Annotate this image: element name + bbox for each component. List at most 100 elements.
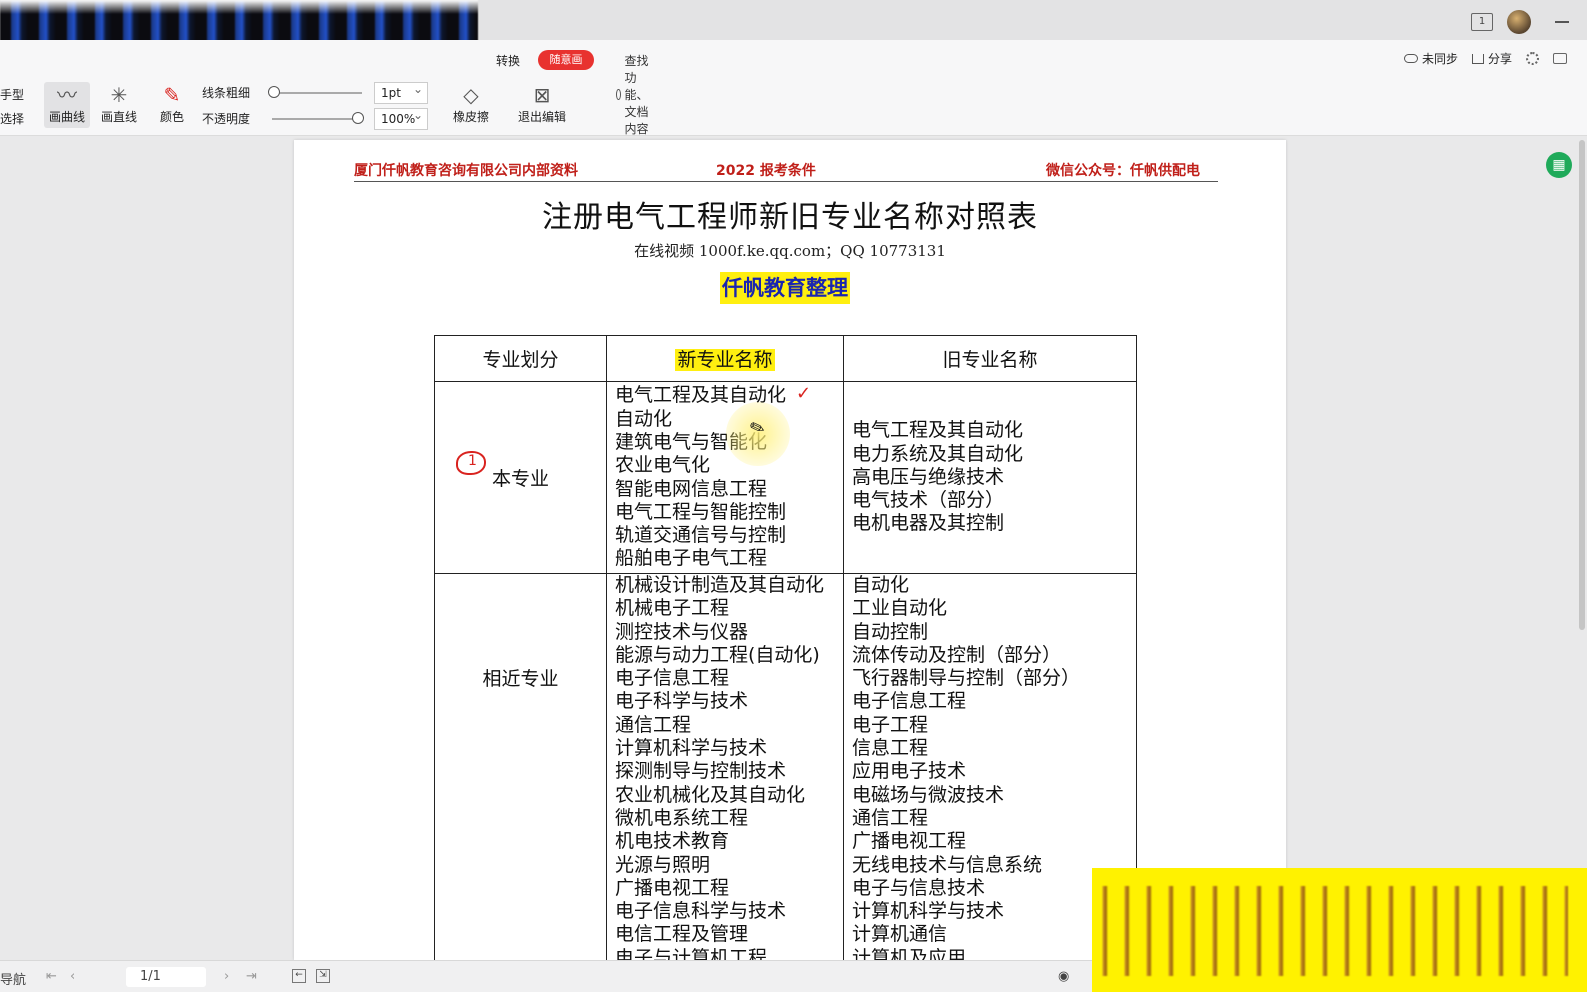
last-page-icon[interactable]: ⇥ [246,969,257,984]
old-names-cell: 电气工程及其自动化 电力系统及其自动化 高电压与绝缘技术 电气技术（部分） 电机电器及其… [843,381,1137,574]
list-item: 工业自动化 [852,597,948,620]
list-item: 广播电视工程 [852,830,967,853]
new-name-highlight: 新专业名称 [675,349,775,371]
list-item: 电气技术（部分） [852,489,1005,512]
list-item: 智能电网信息工程 [615,477,768,500]
document-header: 厦门仟帆教育咨询有限公司内部资料 2022 报考条件 微信公众号：仟帆供配电 [354,160,1218,182]
select-tool-label[interactable]: 选择 [0,110,24,127]
exit-edit-label: 退出编辑 [517,110,566,124]
pen-color-icon: ✎ [163,83,181,107]
col-header-new: 新专业名称 [606,335,844,382]
list-item: 广播电视工程 [615,876,730,899]
share-button[interactable]: 分享 [1471,50,1512,67]
search-box[interactable]: 查找功能、文档内容 [616,52,655,137]
opacity-label: 不透明度 [202,112,251,126]
fit-page-icon[interactable]: ← [292,969,306,983]
list-item: 光源与照明 [615,853,711,876]
opacity-slider-knob[interactable] [352,112,364,124]
table-header-row: 专业划分 新专业名称 旧专业名称 [434,335,1137,382]
app-grid-icon[interactable]: ▦ [1546,152,1572,178]
category-cell: 相近专业 [434,572,607,960]
blurred-logo-bars [1098,886,1568,976]
tab-free-draw[interactable]: 随意画 [538,50,594,70]
vertical-scrollbar[interactable] [1579,140,1585,630]
thickness-slider[interactable] [272,92,362,94]
draw-line-label: 画直线 [100,110,137,124]
list-item: 应用电子技术 [852,760,967,783]
first-page-icon[interactable]: ⇤ [46,969,57,984]
draw-curve-label: 画曲线 [48,110,85,124]
layout-icon[interactable]: 1 [1471,13,1493,31]
line-icon: ✳ [110,83,128,107]
blurred-watermark-overlay [1092,868,1587,992]
exit-edit-button[interactable]: ⊠ 退出编辑 [514,82,570,125]
minimize-icon[interactable] [1555,21,1569,23]
list-item: 电信工程及管理 [615,923,749,946]
header-year: 2022 报考条件 [716,163,816,179]
list-item: 电子信息工程 [615,667,730,690]
new-names-cell: 电气工程及其自动化 自动化 建筑电气与智能化 农业电气化 智能电网信息工程 电气工程与智能… [606,381,844,574]
eraser-label: 橡皮擦 [452,110,489,124]
list-item: 信息工程 [852,737,929,760]
list-item: 通信工程 [852,806,929,829]
opacity-slider[interactable] [272,118,362,120]
col-header-old: 旧专业名称 [843,335,1137,382]
curve-icon: 〰 [57,83,77,107]
tab-convert[interactable]: 转换 [496,52,520,69]
header-wechat: 微信公众号：仟帆供配电 [1046,163,1200,179]
list-item: 电子信息科学与技术 [615,900,787,923]
list-item: 测控技术与仪器 [615,620,749,643]
list-item: 机械设计制造及其自动化 [615,574,825,596]
gear-icon[interactable] [1526,52,1539,65]
list-item: 电力系统及其自动化 [852,442,1024,465]
list-item: 电子工程 [852,713,929,736]
hand-tool-label[interactable]: 手型 [0,86,24,103]
color-label: 颜色 [159,110,184,124]
thickness-select[interactable]: 1pt [374,79,428,104]
list-item: 机械电子工程 [615,597,730,620]
color-tool[interactable]: ✎ 颜色 [152,82,192,125]
share-icon [1471,53,1484,64]
list-item: 电气工程及其自动化 [852,419,1024,442]
annotation-circle: 1 [456,451,486,475]
list-item: 电子科学与技术 [615,690,749,713]
ribbon: 转换 随意画 查找功能、文档内容 未同步 分享 手型 选择 〰 画曲线 ✳ 画直… [0,40,1587,136]
nav-label[interactable]: 导航 [0,969,26,988]
search-icon [616,89,621,100]
page-title: 注册电气工程师新旧专业名称对照表 [542,200,1038,235]
thickness-label: 线条粗细 [202,86,251,100]
comment-icon[interactable] [1553,53,1567,64]
list-item: 通信工程 [615,713,692,736]
list-item: 电机电器及其控制 [852,512,1005,535]
cloud-icon [1403,54,1418,63]
list-item: 农业机械化及其自动化 [615,783,806,806]
org-highlight: 仟帆教育整理 [720,272,850,304]
search-placeholder: 查找功能、文档内容 [624,54,649,136]
draw-curve-tool[interactable]: 〰 画曲线 [44,82,90,128]
list-item: 探测制导与控制技术 [615,760,787,783]
table-row: 相近专业 机械设计制造及其自动化 机械电子工程 测控技术与仪器 能源与动力工程(自动化… [434,572,1137,960]
page-subtitle: 在线视频 1000f.ke.qq.com；QQ 10773131 [634,242,946,260]
document-page[interactable]: 厦门仟帆教育咨询有限公司内部资料 2022 报考条件 微信公众号：仟帆供配电 注… [294,140,1286,960]
next-page-icon[interactable]: › [224,969,229,984]
header-company: 厦门仟帆教育咨询有限公司内部资料 [354,163,578,179]
sync-button[interactable]: 未同步 [1403,50,1458,67]
list-item: 船舶电子电气工程 [615,547,768,570]
eraser-tool[interactable]: ◇ 橡皮擦 [446,82,496,125]
list-item: 计算机科学与技术 [615,737,768,760]
eye-protection-icon[interactable]: ◉ [1058,969,1069,984]
list-item: 机电技术教育 [615,830,730,853]
window-controls: 1 [1471,10,1569,34]
list-item: 飞行器制导与控制（部分） [852,667,1081,690]
thickness-slider-knob[interactable] [268,86,280,98]
opacity-select[interactable]: 100% [374,105,428,130]
table-row: 本专业 电气工程及其自动化 自动化 建筑电气与智能化 农业电气化 智能电网信息工程 电气工… [434,381,1137,574]
draw-line-tool[interactable]: ✳ 画直线 [98,82,140,125]
list-item: 电子与计算机工程 [615,946,768,960]
page-indicator[interactable]: 1/1 [126,967,206,987]
prev-page-icon[interactable]: ‹ [70,969,75,984]
avatar[interactable] [1507,10,1531,34]
list-item: 能源与动力工程(自动化) [615,643,820,666]
fit-width-icon[interactable]: ⇲ [316,969,330,983]
right-toolbar: 未同步 分享 [1403,50,1567,67]
